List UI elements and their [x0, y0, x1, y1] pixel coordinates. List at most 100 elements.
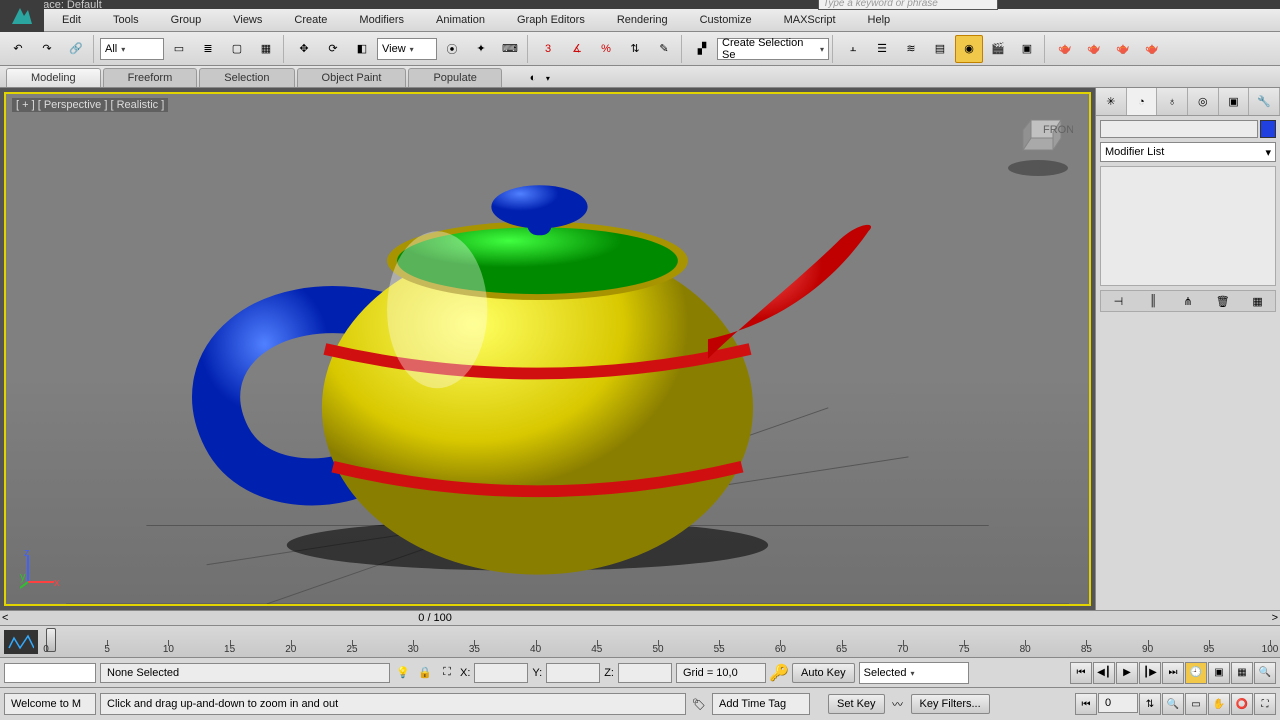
tab-populate[interactable]: Populate: [408, 68, 501, 87]
abs-rel-icon[interactable]: ⛶: [438, 664, 456, 682]
scale-icon[interactable]: ◧: [348, 35, 376, 63]
object-name-input[interactable]: [1100, 120, 1258, 138]
refcoord-combo[interactable]: View: [377, 38, 437, 60]
redo-icon[interactable]: ↷: [33, 35, 61, 63]
menu-views[interactable]: Views: [217, 9, 278, 31]
tab-objectpaint[interactable]: Object Paint: [297, 68, 407, 87]
object-color-chip[interactable]: [1260, 120, 1276, 138]
addtag-button[interactable]: Add Time Tag: [712, 693, 810, 715]
spinner-icon[interactable]: ⇅: [1139, 693, 1161, 715]
link-icon[interactable]: 🔗: [62, 35, 90, 63]
autokey-button[interactable]: Auto Key: [792, 663, 855, 683]
key-prev-icon[interactable]: ⏮: [1075, 693, 1097, 715]
menu-group[interactable]: Group: [155, 9, 218, 31]
selection-filter-combo[interactable]: All: [100, 38, 164, 60]
goto-start-icon[interactable]: ⏮: [1070, 662, 1092, 684]
modifier-stack[interactable]: [1100, 166, 1276, 286]
material-editor-icon[interactable]: ◉: [955, 35, 983, 63]
remove-mod-icon[interactable]: 🗑: [1213, 292, 1233, 310]
window-crossing-icon[interactable]: ▦: [252, 35, 280, 63]
rendered-frame-icon[interactable]: ▣: [1013, 35, 1041, 63]
percentsnap-icon[interactable]: %: [592, 35, 620, 63]
show-end-icon[interactable]: ║: [1143, 292, 1163, 310]
ribbon-toggle-icon[interactable]: ◐: [522, 69, 544, 87]
cmd-hierarchy-icon[interactable]: ♁: [1157, 88, 1188, 115]
tag-icon[interactable]: 🏷: [690, 695, 708, 713]
menu-maxscript[interactable]: MAXScript: [768, 9, 852, 31]
rect-select-icon[interactable]: ▢: [223, 35, 251, 63]
configure-icon[interactable]: ▦: [1248, 292, 1268, 310]
z-input[interactable]: [618, 663, 672, 683]
timeconfig-icon[interactable]: 🕘: [1185, 662, 1207, 684]
schematic-icon[interactable]: ▤: [926, 35, 954, 63]
render-iter-icon[interactable]: 🫖: [1080, 35, 1108, 63]
snap-icon[interactable]: 3: [534, 35, 562, 63]
mirror-icon[interactable]: ▞: [688, 35, 716, 63]
render-prod-icon[interactable]: 🫖: [1051, 35, 1079, 63]
pan-icon[interactable]: ✋: [1208, 693, 1230, 715]
zoom-icon[interactable]: 🔍: [1162, 693, 1184, 715]
lock-icon[interactable]: 💡: [394, 664, 412, 682]
named-selset-combo[interactable]: Create Selection Se: [717, 38, 829, 60]
frame-input[interactable]: 0: [1098, 693, 1138, 713]
menu-edit[interactable]: Edit: [46, 9, 97, 31]
orbit-icon[interactable]: ⭕: [1231, 693, 1253, 715]
time-slider[interactable]: 0510152025303540455055606570758085909510…: [0, 626, 1280, 658]
unique-icon[interactable]: ⋔: [1178, 292, 1198, 310]
pin-stack-icon[interactable]: ⊣: [1108, 292, 1128, 310]
move-icon[interactable]: ✥: [290, 35, 318, 63]
tab-freeform[interactable]: Freeform: [103, 68, 198, 87]
select-object-icon[interactable]: ▭: [165, 35, 193, 63]
lock2-icon[interactable]: 🔒: [416, 664, 434, 682]
isolate-icon[interactable]: ▣: [1208, 662, 1230, 684]
cmd-create-icon[interactable]: ✳: [1096, 88, 1127, 115]
help-search[interactable]: Type a keyword or phrase: [818, 0, 998, 10]
menu-grapheditors[interactable]: Graph Editors: [501, 9, 601, 31]
maximize-icon[interactable]: ⛶: [1254, 693, 1276, 715]
menu-help[interactable]: Help: [852, 9, 907, 31]
keyboard-icon[interactable]: ⌨: [496, 35, 524, 63]
curve-editor-icon[interactable]: ≋: [897, 35, 925, 63]
render-active-icon[interactable]: 🫖: [1109, 35, 1137, 63]
render-icon[interactable]: 🫖: [1138, 35, 1166, 63]
menu-tools[interactable]: Tools: [97, 9, 155, 31]
align-icon[interactable]: ⫠: [839, 35, 867, 63]
tab-selection[interactable]: Selection: [199, 68, 294, 87]
modifier-list-combo[interactable]: Modifier List▾: [1100, 142, 1276, 162]
cmd-utilities-icon[interactable]: 🔧: [1249, 88, 1280, 115]
key-icon[interactable]: 🔑: [770, 664, 788, 682]
cmd-modify-icon[interactable]: ◔: [1127, 88, 1158, 115]
app-logo[interactable]: [0, 0, 44, 32]
keyfilters-button[interactable]: Key Filters...: [911, 694, 990, 714]
setkey-button[interactable]: Set Key: [828, 694, 885, 714]
keytangent-icon[interactable]: 〰: [889, 695, 907, 713]
manip-icon[interactable]: ✦: [467, 35, 495, 63]
editnamedsel-icon[interactable]: ✎: [650, 35, 678, 63]
undo-icon[interactable]: ↶: [4, 35, 32, 63]
fov-icon[interactable]: ▭: [1185, 693, 1207, 715]
menu-create[interactable]: Create: [278, 9, 343, 31]
goto-end-icon[interactable]: ⏭: [1162, 662, 1184, 684]
keymode-combo[interactable]: Selected: [859, 662, 969, 684]
anglesnap-icon[interactable]: ∡: [563, 35, 591, 63]
x-input[interactable]: [474, 663, 528, 683]
pivot-icon[interactable]: ⦿: [438, 35, 466, 63]
menu-rendering[interactable]: Rendering: [601, 9, 684, 31]
play-icon[interactable]: ▶: [1116, 662, 1138, 684]
menu-modifiers[interactable]: Modifiers: [343, 9, 420, 31]
mini-curve-icon[interactable]: [4, 630, 38, 654]
menu-animation[interactable]: Animation: [420, 9, 501, 31]
cmd-motion-icon[interactable]: ◎: [1188, 88, 1219, 115]
spinnersnap-icon[interactable]: ⇅: [621, 35, 649, 63]
viewcube[interactable]: FRONT: [1003, 110, 1073, 180]
selected-icon[interactable]: ▦: [1231, 662, 1253, 684]
select-byname-icon[interactable]: ≣: [194, 35, 222, 63]
zoom-ext-icon[interactable]: 🔍: [1254, 662, 1276, 684]
tab-modeling[interactable]: Modeling: [6, 68, 101, 87]
menu-customize[interactable]: Customize: [684, 9, 768, 31]
render-setup-icon[interactable]: 🎬: [984, 35, 1012, 63]
next-frame-icon[interactable]: ┃▶: [1139, 662, 1161, 684]
viewport-perspective[interactable]: [ + ] [ Perspective ] [ Realistic ]: [4, 92, 1091, 606]
y-input[interactable]: [546, 663, 600, 683]
layer-icon[interactable]: ☰: [868, 35, 896, 63]
